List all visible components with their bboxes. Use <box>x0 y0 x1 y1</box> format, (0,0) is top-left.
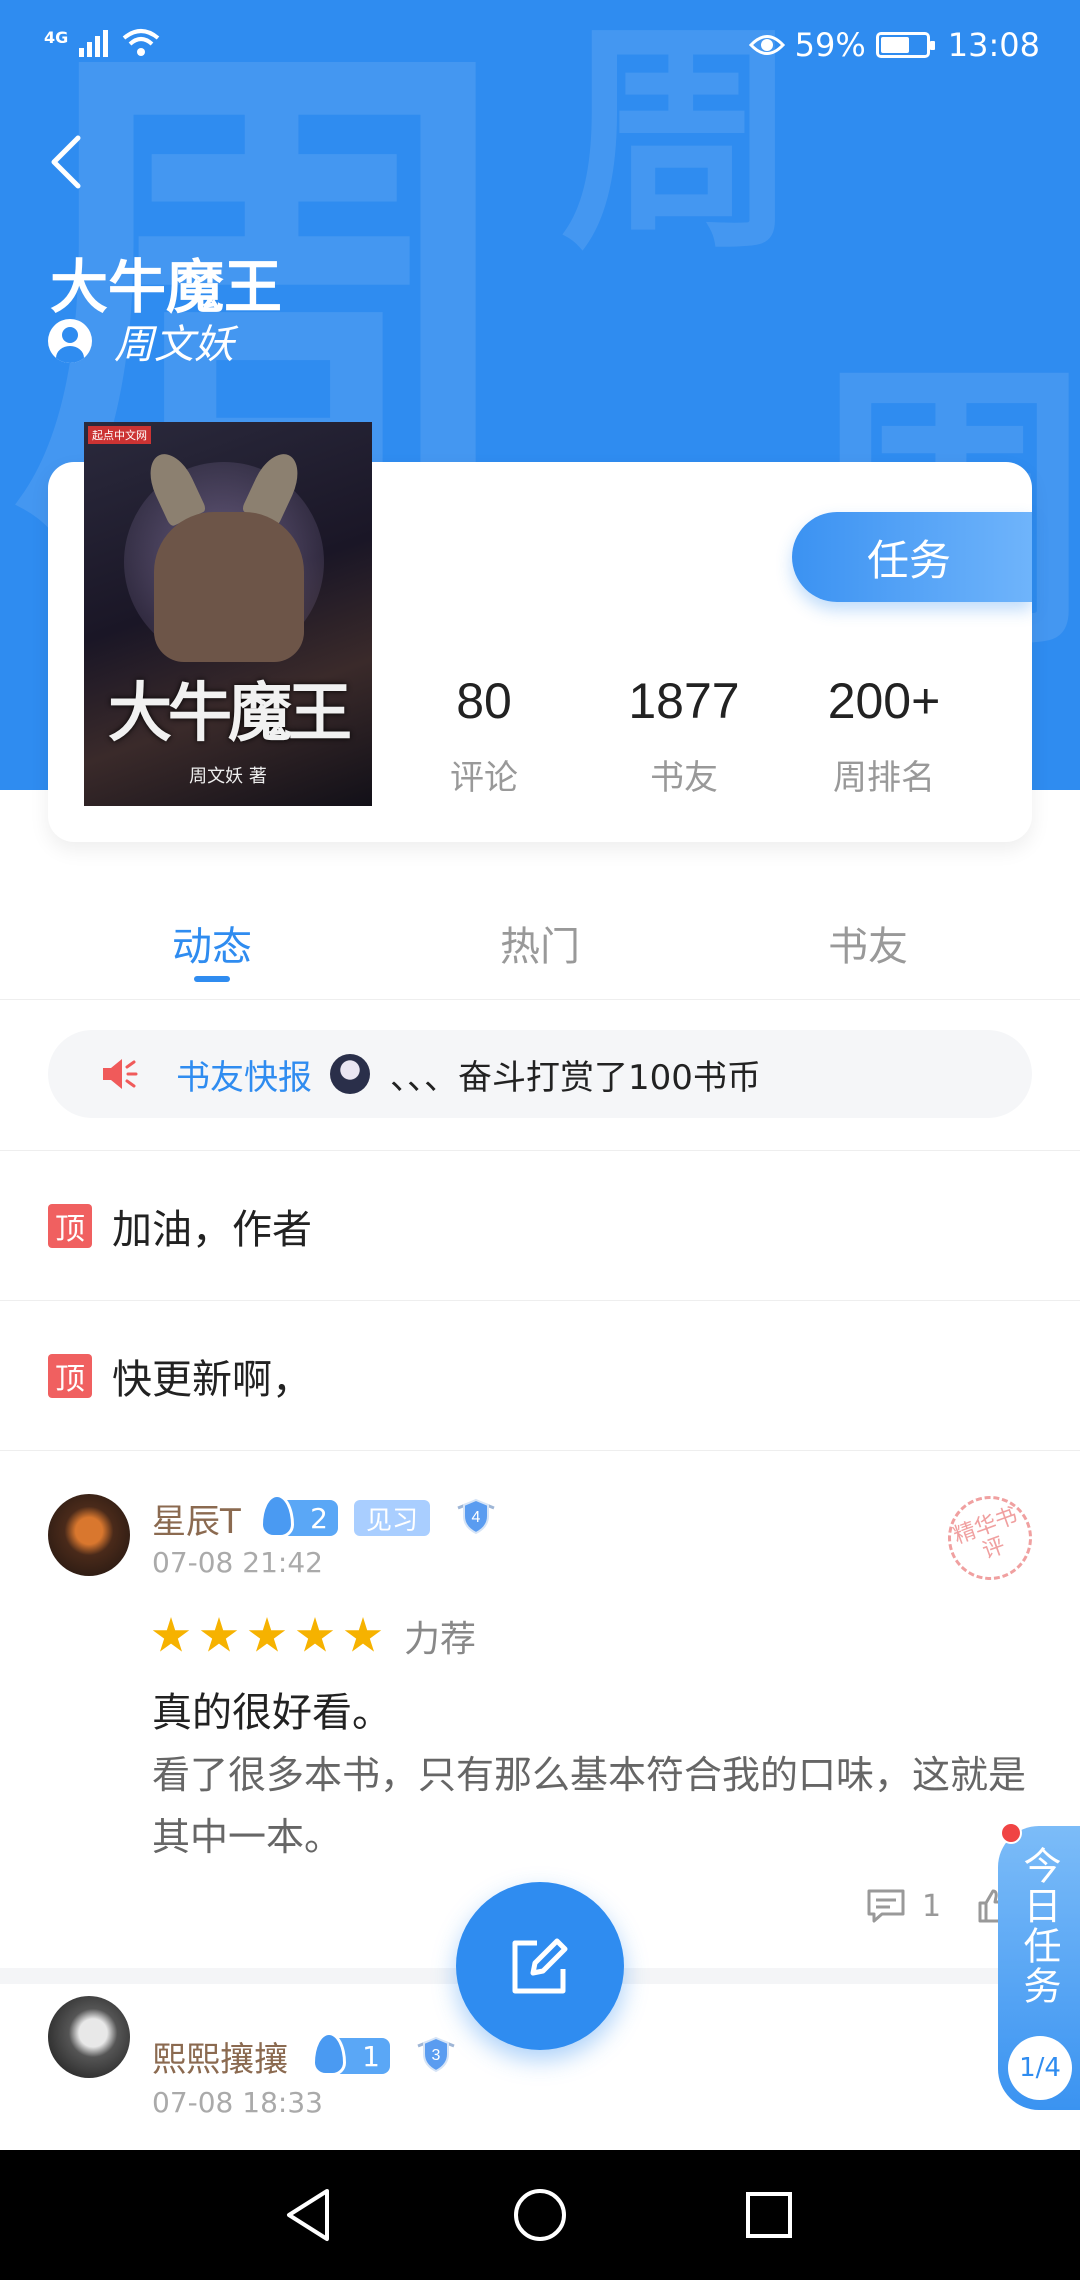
review-username[interactable]: 星辰T <box>152 1494 241 1543</box>
network-type: 4G <box>44 28 69 47</box>
daily-task-label: 今日任务 <box>1017 1846 1061 2006</box>
star-icon <box>296 1617 334 1652</box>
tab-bar: 动态 热门 书友 <box>0 900 1080 1000</box>
rank-tag: 见习 <box>354 1500 431 1536</box>
review-title[interactable]: 真的很好看。 <box>152 1680 392 1738</box>
stat-value: 1877 <box>628 673 740 729</box>
author-name: 周文妖 <box>114 322 234 368</box>
speaker-icon <box>103 1059 138 1089</box>
signal-icon <box>79 30 109 57</box>
cover-art <box>154 512 304 662</box>
stat-value: 80 <box>456 673 512 729</box>
tab-indicator <box>194 976 230 982</box>
star-icon <box>344 1617 382 1652</box>
stat-comments[interactable]: 80 评论 <box>384 672 584 799</box>
star-icon <box>248 1617 286 1652</box>
pinned-post[interactable]: 顶 加油，作者 <box>48 1196 312 1256</box>
cover-title: 大牛魔王 <box>108 676 352 751</box>
fan-level-badge: 1 <box>312 2032 390 2076</box>
pinned-post-text: 加油，作者 <box>112 1207 312 1253</box>
divider <box>0 1300 1080 1301</box>
write-review-button[interactable] <box>456 1882 624 2050</box>
tab-readers[interactable]: 书友 <box>768 914 968 972</box>
fan-level-value: 2 <box>310 1501 328 1535</box>
chevron-left-icon <box>51 135 81 189</box>
stat-weekly-rank[interactable]: 200+ 周排名 <box>784 672 984 799</box>
tab-hot[interactable]: 热门 <box>440 914 640 972</box>
stat-label: 周排名 <box>833 758 935 798</box>
flame-icon <box>312 2032 346 2076</box>
task-button[interactable]: 任务 <box>792 512 1032 602</box>
system-nav-bar <box>0 2150 1080 2280</box>
comment-icon[interactable] <box>866 1888 906 1924</box>
rating-label: 力荐 <box>404 1619 477 1660</box>
shield-badge-icon: 3 <box>417 2036 455 2073</box>
review-time: 07-08 18:33 <box>152 2086 323 2119</box>
pinned-post-text: 快更新啊， <box>112 1357 312 1403</box>
notification-dot <box>1000 1822 1022 1844</box>
reply-count: 1 <box>922 1888 942 1924</box>
clock: 13:08 <box>947 26 1040 64</box>
shield-level: 3 <box>432 2047 441 2064</box>
cover-publisher-badge: 起点中文网 <box>88 426 151 444</box>
pinned-post[interactable]: 顶 快更新啊， <box>48 1346 312 1406</box>
author-avatar-icon <box>48 319 92 363</box>
daily-task-progress: 1/4 <box>1008 2036 1072 2100</box>
fan-level-badge: 2 <box>260 1494 338 1538</box>
flame-icon <box>260 1494 294 1538</box>
edit-icon <box>512 1938 568 1994</box>
nav-back-button[interactable] <box>272 2178 346 2252</box>
nav-home-button[interactable] <box>503 2178 577 2252</box>
divider <box>0 1150 1080 1151</box>
circle-home-icon <box>514 2189 566 2241</box>
star-icon <box>152 1617 190 1652</box>
featured-review-stamp: 精华书评 <box>936 1484 1044 1592</box>
review-actions: 1 <box>866 1888 1013 1924</box>
battery-icon <box>875 32 935 58</box>
review-username[interactable]: 熙熙攘攘 <box>152 2032 288 2081</box>
cover-author: 周文妖 著 <box>189 766 267 787</box>
star-icon <box>200 1617 238 1652</box>
review-time: 07-08 21:42 <box>152 1546 323 1579</box>
square-recents-icon <box>746 2192 792 2238</box>
fan-level-value: 1 <box>362 2039 380 2073</box>
tab-activity[interactable]: 动态 <box>112 914 312 972</box>
back-button[interactable] <box>36 130 96 194</box>
user-avatar[interactable] <box>48 1996 130 2078</box>
news-text: 、、、奋斗打赏了100书币 <box>390 1057 761 1098</box>
stat-label: 评论 <box>450 758 518 798</box>
nav-recents-button[interactable] <box>732 2178 806 2252</box>
reader-news-ticker[interactable]: 书友快报 、、、奋斗打赏了100书币 <box>48 1030 1032 1118</box>
divider <box>0 1450 1080 1451</box>
pin-badge: 顶 <box>48 1354 92 1398</box>
user-avatar[interactable] <box>48 1494 130 1576</box>
status-bar: 4G 59% 13:08 <box>0 0 1080 92</box>
pin-badge: 顶 <box>48 1204 92 1248</box>
daily-task-tab[interactable]: 今日任务 1/4 <box>998 1822 1080 2110</box>
shield-level: 4 <box>472 1509 481 1526</box>
stat-readers[interactable]: 1877 书友 <box>584 672 784 799</box>
news-label: 书友快报 <box>176 1057 312 1098</box>
wifi-icon <box>122 29 160 56</box>
shield-badge-icon: 4 <box>457 1498 495 1535</box>
rating-stars: 力荐 <box>152 1610 476 1662</box>
book-cover[interactable]: 起点中文网 大牛魔王 周文妖 著 <box>84 422 372 806</box>
author-link[interactable]: 周文妖 <box>48 312 234 370</box>
stat-value: 200+ <box>827 673 941 729</box>
eye-comfort-icon <box>748 35 785 55</box>
battery-percent: 59% <box>794 26 866 64</box>
news-user-avatar <box>330 1054 370 1094</box>
review-body[interactable]: 看了很多本书，只有那么基本符合我的口味，这就是其中一本。 <box>152 1744 1032 1868</box>
stat-label: 书友 <box>650 758 718 798</box>
triangle-back-icon <box>287 2189 329 2241</box>
